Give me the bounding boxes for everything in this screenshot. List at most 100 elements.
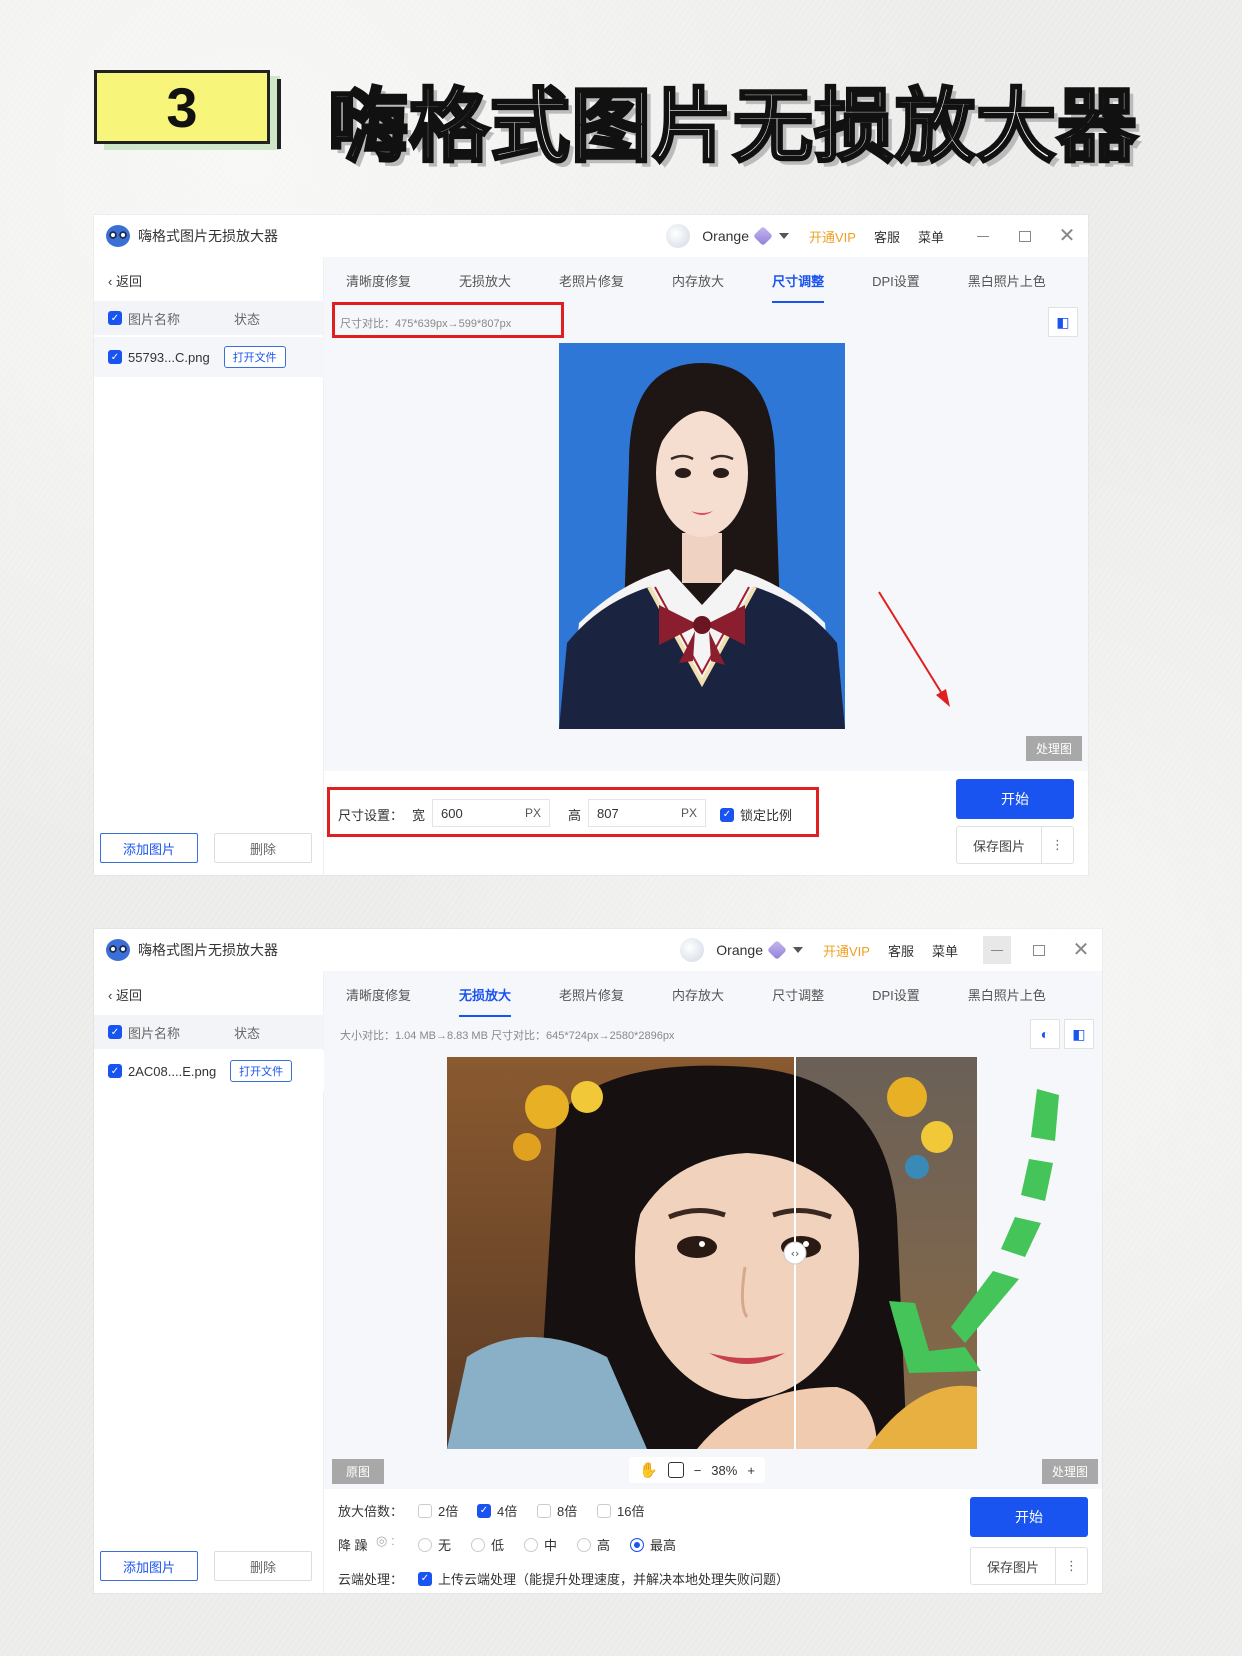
tab-colorize[interactable]: 黑白照片上色	[968, 985, 1046, 1004]
username[interactable]: Orange	[702, 228, 749, 244]
zoom-in-icon[interactable]: +	[747, 1463, 755, 1478]
back-link[interactable]: ‹ 返回	[108, 271, 142, 290]
service-link[interactable]: 客服	[874, 227, 900, 246]
scale-16x-checkbox[interactable]	[597, 1503, 611, 1518]
delete-button[interactable]: 删除	[214, 1551, 312, 1581]
denoise-low-radio[interactable]	[471, 1537, 485, 1552]
scale-option-2x[interactable]: 2倍	[418, 1501, 458, 1520]
delete-button[interactable]: 删除	[214, 833, 312, 863]
scale-8x-checkbox[interactable]	[537, 1503, 551, 1518]
more-options-icon[interactable]: ⋮	[1055, 1548, 1087, 1584]
scale-option-4x[interactable]: ✓ 4倍	[477, 1501, 517, 1520]
menu-link[interactable]: 菜单	[918, 227, 944, 246]
settings-panel: 尺寸设置： 宽 600 PX 高 807 PX ✓ 锁定比例 开始 保存图片 ⋮	[324, 771, 1088, 875]
service-link[interactable]: 客服	[888, 941, 914, 960]
scale-4x-checkbox[interactable]: ✓	[477, 1503, 491, 1518]
compare-view-icon[interactable]: ◧	[1064, 1019, 1094, 1049]
close-icon: ✕	[1058, 225, 1076, 247]
chevron-down-icon[interactable]	[779, 233, 789, 239]
fit-screen-icon[interactable]	[667, 1462, 684, 1478]
denoise-mid-radio[interactable]	[524, 1537, 538, 1552]
height-input[interactable]: 807 PX	[588, 799, 706, 827]
avatar[interactable]	[666, 224, 691, 248]
add-image-button[interactable]: 添加图片	[100, 1551, 198, 1581]
tab-clarity[interactable]: 清晰度修复	[346, 271, 411, 290]
hand-pan-icon[interactable]: ✋	[639, 1461, 658, 1479]
scale-option-8x[interactable]: 8倍	[537, 1501, 577, 1520]
back-link[interactable]: ‹ 返回	[108, 985, 142, 1004]
vip-link[interactable]: 开通VIP	[823, 941, 870, 960]
tab-lossless[interactable]: 无损放大	[459, 271, 511, 290]
vip-link[interactable]: 开通VIP	[809, 227, 856, 246]
username[interactable]: Orange	[716, 942, 763, 958]
file-checkbox[interactable]: ✓	[108, 1064, 122, 1078]
tab-lossless[interactable]: 无损放大	[459, 985, 512, 1017]
denoise-high-radio[interactable]	[577, 1537, 591, 1552]
file-checkbox[interactable]: ✓	[108, 350, 122, 364]
tab-dpi[interactable]: DPI设置	[872, 985, 920, 1004]
cloud-option[interactable]: ✓ 上传云端处理（能提升处理速度，并解决本地处理失败问题）	[418, 1569, 789, 1588]
menu-link[interactable]: 菜单	[932, 941, 958, 960]
select-all-checkbox[interactable]: ✓	[108, 311, 122, 325]
settings-panel: 原图 ✋ − 38% + 处理图 放大倍数： 2倍 ✓ 4倍 8倍 16倍 降 躁…	[324, 1453, 1102, 1593]
lock-ratio-option[interactable]: ✓ 锁定比例	[720, 805, 792, 824]
denoise-option-max[interactable]: 最高	[630, 1535, 676, 1554]
col-status-header: 状态	[234, 1025, 261, 1041]
close-button[interactable]: ✕	[1046, 215, 1088, 257]
start-button[interactable]: 开始	[956, 779, 1074, 819]
tab-resize[interactable]: 尺寸调整	[772, 985, 824, 1004]
more-options-icon[interactable]: ⋮	[1041, 827, 1073, 863]
open-file-button[interactable]: 打开文件	[223, 346, 286, 368]
denoise-option-low[interactable]: 低	[471, 1535, 504, 1554]
minimize-button[interactable]	[962, 215, 1004, 257]
tab-old-photo[interactable]: 老照片修复	[559, 271, 624, 290]
tab-memory[interactable]: 内存放大	[672, 271, 724, 290]
save-image-button[interactable]: 保存图片	[971, 1557, 1055, 1576]
denoise-none-radio[interactable]	[418, 1537, 432, 1552]
size-compare-text: 大小对比：1.04 MB→8.83 MB 尺寸对比：645*724px→2580…	[340, 1030, 675, 1042]
compare-view-icon[interactable]: ◧	[1048, 307, 1078, 337]
tab-memory[interactable]: 内存放大	[672, 985, 724, 1004]
open-file-button[interactable]: 打开文件	[230, 1060, 293, 1082]
title-bar: 嗨格式图片无损放大器 Orange 开通VIP 客服 菜单 ✕	[94, 215, 1088, 257]
maximize-button[interactable]	[1018, 929, 1060, 971]
add-image-button[interactable]: 添加图片	[100, 833, 198, 863]
minimize-button[interactable]	[983, 936, 1011, 964]
denoise-option-mid[interactable]: 中	[524, 1535, 557, 1554]
scale-option-16x[interactable]: 16倍	[597, 1501, 644, 1520]
step-number: 3	[166, 75, 198, 139]
tab-dpi[interactable]: DPI设置	[872, 271, 920, 290]
maximize-button[interactable]	[1004, 215, 1046, 257]
denoise-option-high[interactable]: 高	[577, 1535, 610, 1554]
save-image-button[interactable]: 保存图片	[957, 836, 1041, 855]
file-row[interactable]: ✓ 55793...C.png 打开文件	[94, 337, 324, 377]
width-input[interactable]: 600 PX	[432, 799, 550, 827]
scale-2x-checkbox[interactable]	[418, 1503, 432, 1518]
zoom-out-icon[interactable]: −	[694, 1463, 702, 1478]
height-label: 高	[568, 808, 582, 823]
tab-old-photo[interactable]: 老照片修复	[559, 985, 624, 1004]
help-icon[interactable]: ◎ :	[376, 1533, 395, 1549]
start-button[interactable]: 开始	[970, 1497, 1088, 1537]
tab-resize[interactable]: 尺寸调整	[772, 271, 825, 303]
feature-tabs: 清晰度修复 无损放大 老照片修复 内存放大 尺寸调整 DPI设置 黑白照片上色	[324, 971, 1102, 1017]
denoise-option-none[interactable]: 无	[418, 1535, 451, 1554]
save-image-split-button: 保存图片 ⋮	[956, 826, 1074, 864]
close-button[interactable]: ✕	[1060, 929, 1102, 971]
cloud-checkbox[interactable]: ✓	[418, 1571, 432, 1586]
tab-colorize[interactable]: 黑白照片上色	[968, 271, 1046, 290]
height-value: 807	[597, 805, 619, 821]
file-row[interactable]: ✓ 2AC08....E.png 打开文件	[94, 1051, 324, 1091]
lock-ratio-checkbox[interactable]: ✓	[720, 807, 734, 822]
avatar[interactable]	[680, 938, 705, 962]
chevron-down-icon[interactable]	[793, 947, 803, 953]
height-unit: PX	[680, 806, 697, 820]
sidebar: ‹ 返回 ✓ 图片名称 状态 ✓ 2AC08....E.png 打开文件 添加图…	[94, 971, 324, 1593]
split-view-icon[interactable]: ◐	[1030, 1019, 1060, 1049]
tab-clarity[interactable]: 清晰度修复	[346, 985, 411, 1004]
select-all-checkbox[interactable]: ✓	[108, 1025, 122, 1039]
page-title: 嗨格式图片无损放大器	[327, 79, 1139, 175]
highlight-box-size-compare	[332, 302, 564, 338]
title-bar-controls: Orange 开通VIP 客服 菜单 ✕	[680, 929, 1102, 971]
denoise-max-radio[interactable]	[630, 1537, 644, 1552]
